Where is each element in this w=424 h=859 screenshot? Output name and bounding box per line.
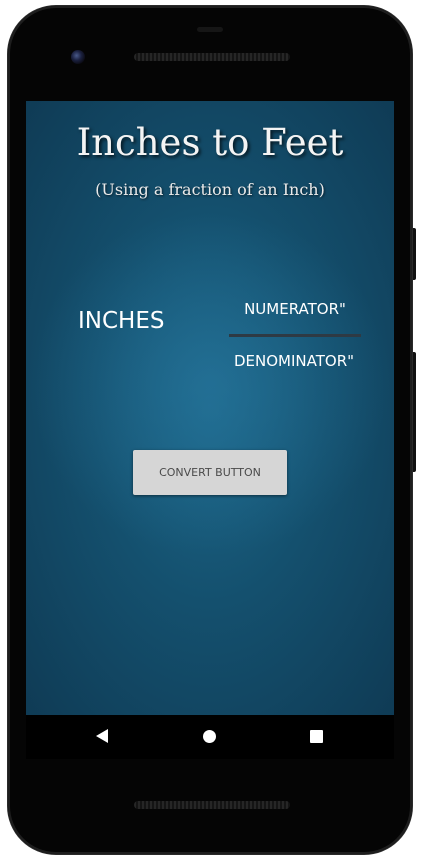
inches-field[interactable]: INCHES xyxy=(78,308,164,334)
back-icon[interactable] xyxy=(96,729,108,743)
earpiece xyxy=(197,27,223,32)
recents-icon[interactable] xyxy=(310,730,323,743)
convert-button[interactable]: CONVERT BUTTON xyxy=(133,450,287,495)
numerator-field[interactable]: NUMERATOR" xyxy=(230,300,360,318)
home-icon[interactable] xyxy=(203,730,216,743)
app-screen: Inches to Feet (Using a fraction of an I… xyxy=(26,101,394,715)
app-title: Inches to Feet xyxy=(76,121,344,164)
system-nav-bar xyxy=(26,715,394,759)
front-camera-icon xyxy=(71,50,85,64)
bottom-speaker-grille xyxy=(134,801,290,809)
fraction-divider xyxy=(229,334,361,337)
top-speaker-grille xyxy=(134,53,290,61)
denominator-field[interactable]: DENOMINATOR" xyxy=(219,352,369,370)
app-subtitle: (Using a fraction of an Inch) xyxy=(95,180,325,199)
